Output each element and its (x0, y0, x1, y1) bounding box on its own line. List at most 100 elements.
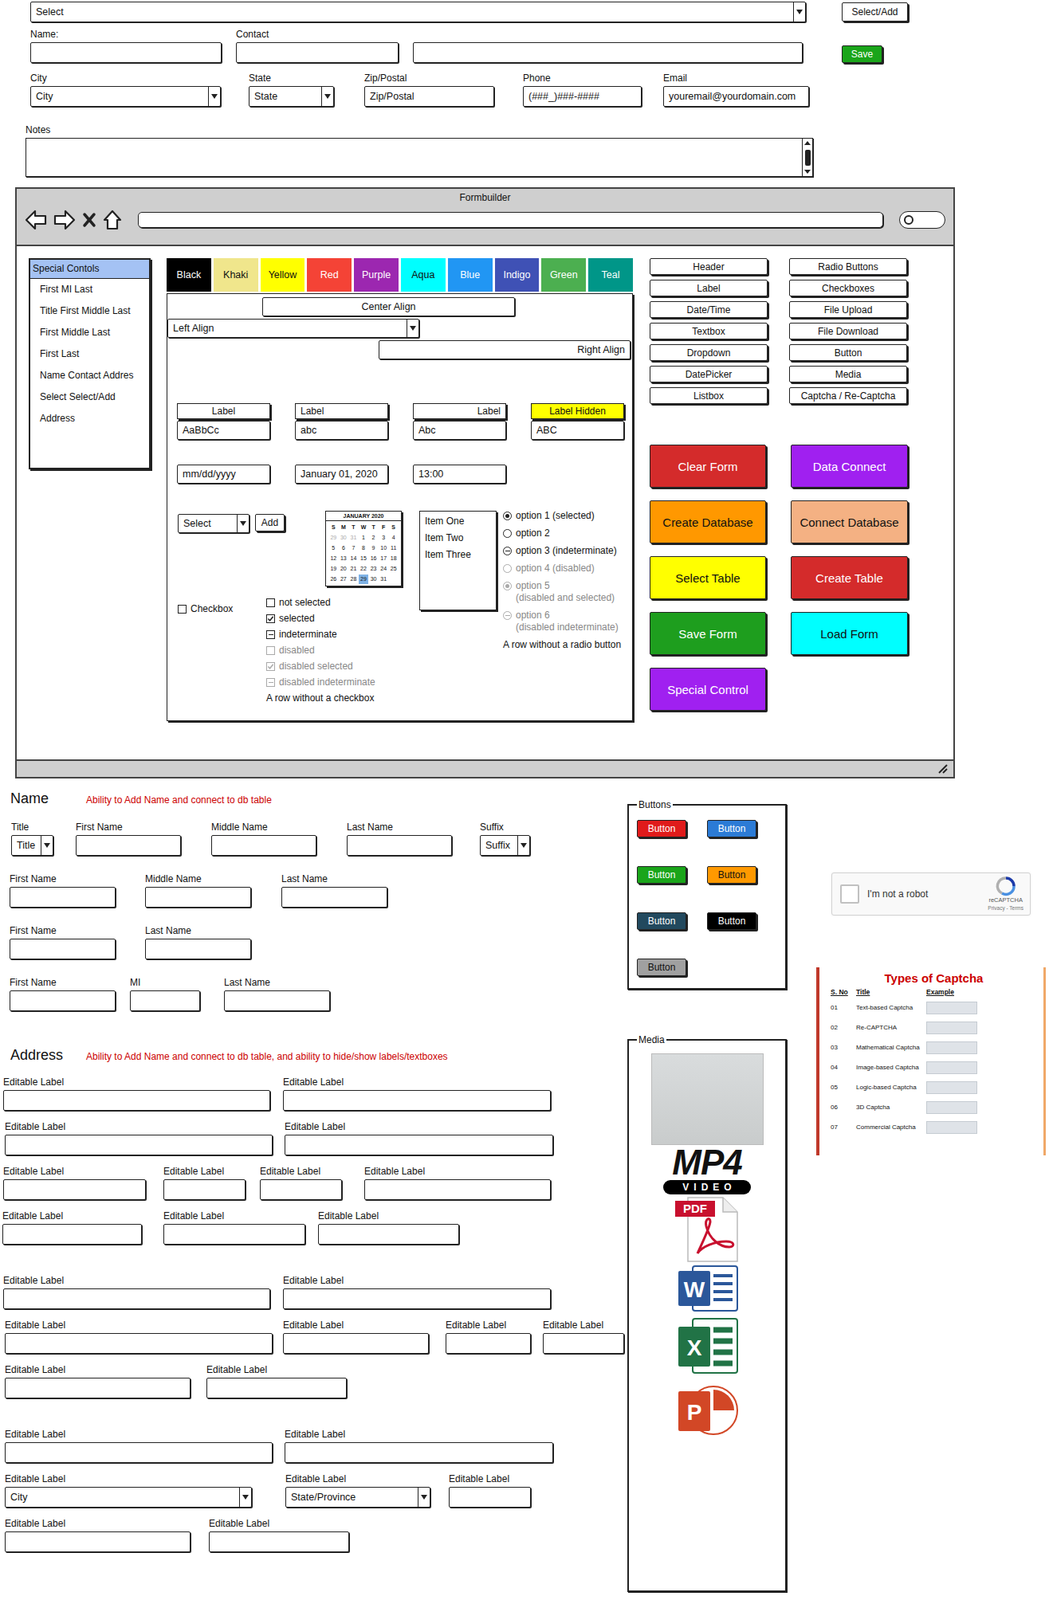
color-button[interactable]: Yellow (260, 258, 306, 292)
text-field[interactable]: ABC (530, 420, 625, 441)
color-button[interactable]: Purple (353, 258, 399, 292)
palette-button[interactable]: Dropdown (649, 344, 768, 362)
palette-button[interactable]: DatePicker (649, 365, 768, 383)
left-align-dropdown[interactable]: Left Align (167, 318, 420, 338)
text-field[interactable] (223, 990, 331, 1012)
add-button[interactable]: Add (255, 514, 285, 532)
sidebar-item[interactable]: First Middle Last (30, 322, 150, 344)
select-add-button[interactable]: Select/Add (841, 2, 908, 22)
field-label[interactable]: Label (294, 403, 389, 420)
text-field[interactable] (163, 1179, 246, 1201)
sidebar-item[interactable]: Title First Middle Last (30, 300, 150, 323)
powerpoint-file-icon[interactable]: P (673, 1379, 741, 1444)
sidebar-item[interactable]: Name Contact Addres (30, 365, 150, 387)
center-align-label[interactable]: Center Align (262, 297, 515, 317)
calendar-day[interactable]: 14 (348, 553, 359, 564)
action-button[interactable]: Connect Database (790, 500, 908, 544)
action-button[interactable]: Data Connect (790, 444, 908, 488)
forward-arrow-icon[interactable] (53, 209, 76, 231)
sample-button[interactable]: Button (707, 866, 757, 884)
calendar-day[interactable]: 20 (338, 564, 350, 574)
calendar-day[interactable]: 25 (388, 564, 399, 574)
palette-button[interactable]: Label (649, 279, 768, 297)
text-field[interactable] (3, 1090, 271, 1112)
text-field[interactable]: Abc (412, 420, 507, 441)
text-field[interactable] (445, 1333, 531, 1355)
text-field[interactable] (163, 1224, 306, 1246)
action-button[interactable]: Load Form (790, 612, 908, 656)
palette-button[interactable]: File Upload (789, 301, 908, 319)
text-field[interactable] (4, 1378, 191, 1399)
listbox-item[interactable]: Item Three (420, 546, 496, 564)
url-bar[interactable] (137, 212, 884, 228)
listbox-item[interactable]: Item One (420, 513, 496, 531)
scroll-up-icon[interactable] (804, 141, 811, 146)
sample-button[interactable]: Button (636, 912, 687, 931)
action-button[interactable]: Create Table (790, 556, 908, 600)
calendar-day[interactable]: 12 (328, 553, 339, 564)
field-label[interactable]: Label Hidden (530, 403, 625, 420)
palette-button[interactable]: Listbox (649, 387, 768, 405)
back-arrow-icon[interactable] (24, 209, 48, 231)
palette-button[interactable]: Textbox (649, 322, 768, 340)
search-field[interactable] (899, 211, 946, 229)
radio-row[interactable]: option 2 (502, 525, 633, 543)
contact-select[interactable]: Select (30, 1, 806, 23)
color-button[interactable]: Aqua (400, 258, 446, 292)
palette-button[interactable]: Date/Time (649, 301, 768, 319)
calendar-day[interactable]: 3 (378, 533, 389, 543)
color-button[interactable]: Blue (447, 258, 493, 292)
pdf-file-icon[interactable]: PDF (673, 1194, 741, 1264)
radio-row[interactable]: option 3 (indeterminate) (502, 542, 633, 561)
scroll-down-icon[interactable] (804, 169, 811, 174)
palette-button[interactable]: Media (789, 365, 908, 383)
text-field[interactable] (4, 1135, 273, 1156)
sidebar-item[interactable]: First MI Last (30, 278, 150, 301)
calendar-day[interactable]: 30 (338, 533, 350, 543)
sidebar-item[interactable]: Address (30, 408, 150, 430)
dropdown[interactable]: Suffix (479, 835, 531, 857)
stop-x-icon[interactable] (82, 211, 97, 229)
sample-button[interactable]: Button (636, 958, 687, 977)
home-icon[interactable] (102, 209, 122, 231)
calendar-day[interactable]: 27 (338, 574, 350, 585)
calendar-day[interactable]: 16 (368, 553, 379, 564)
calendar-day[interactable]: 2 (368, 533, 379, 543)
sample-button[interactable]: Button (707, 912, 757, 931)
calendar-day[interactable]: 5 (328, 543, 339, 554)
dropdown[interactable]: State (248, 86, 334, 107)
text-field[interactable] (284, 1135, 554, 1156)
sample-button[interactable]: Button (707, 820, 757, 838)
color-button[interactable]: Indigo (495, 258, 540, 292)
sample-button[interactable]: Button (636, 866, 687, 884)
sidebar-item[interactable]: Select Select/Add (30, 386, 150, 409)
calendar-day[interactable]: 28 (348, 574, 359, 585)
text-field[interactable] (448, 1487, 531, 1509)
date-field[interactable]: January 01, 2020 (294, 464, 389, 484)
text-field[interactable] (3, 1179, 146, 1201)
calendar-day[interactable]: 31 (378, 574, 389, 585)
calendar-day[interactable]: 24 (378, 564, 389, 574)
calendar-day[interactable]: 29 (358, 574, 370, 585)
palette-button[interactable]: Captcha / Re-Captcha (789, 387, 908, 405)
text-field[interactable] (318, 1224, 460, 1246)
checkbox-row[interactable]: selected (266, 610, 376, 627)
right-align-label[interactable]: Right Align (378, 340, 631, 360)
color-button[interactable]: Black (166, 258, 212, 292)
dropdown[interactable]: State/Province (285, 1487, 431, 1509)
text-field[interactable] (30, 42, 222, 63)
calendar-day[interactable]: 10 (378, 543, 389, 554)
checkbox-row[interactable]: Checkbox (177, 601, 267, 617)
date-field[interactable]: mm/dd/yyyy (176, 464, 271, 484)
calendar-day[interactable]: 11 (388, 543, 399, 554)
text-field[interactable] (542, 1333, 625, 1355)
date-picker[interactable]: JANUARY 2020SMTWTFS293031123456789101112… (325, 510, 402, 587)
text-field[interactable] (211, 835, 317, 857)
calendar-day[interactable]: 23 (368, 564, 379, 574)
calendar-day[interactable]: 31 (348, 533, 359, 543)
checkbox-row[interactable]: not selected (266, 594, 376, 611)
sidebar-item[interactable]: First Last (30, 343, 150, 366)
calendar-day[interactable]: 29 (328, 533, 339, 543)
text-field[interactable]: Zip/Postal (364, 86, 495, 107)
calendar-day[interactable]: 22 (358, 564, 370, 574)
